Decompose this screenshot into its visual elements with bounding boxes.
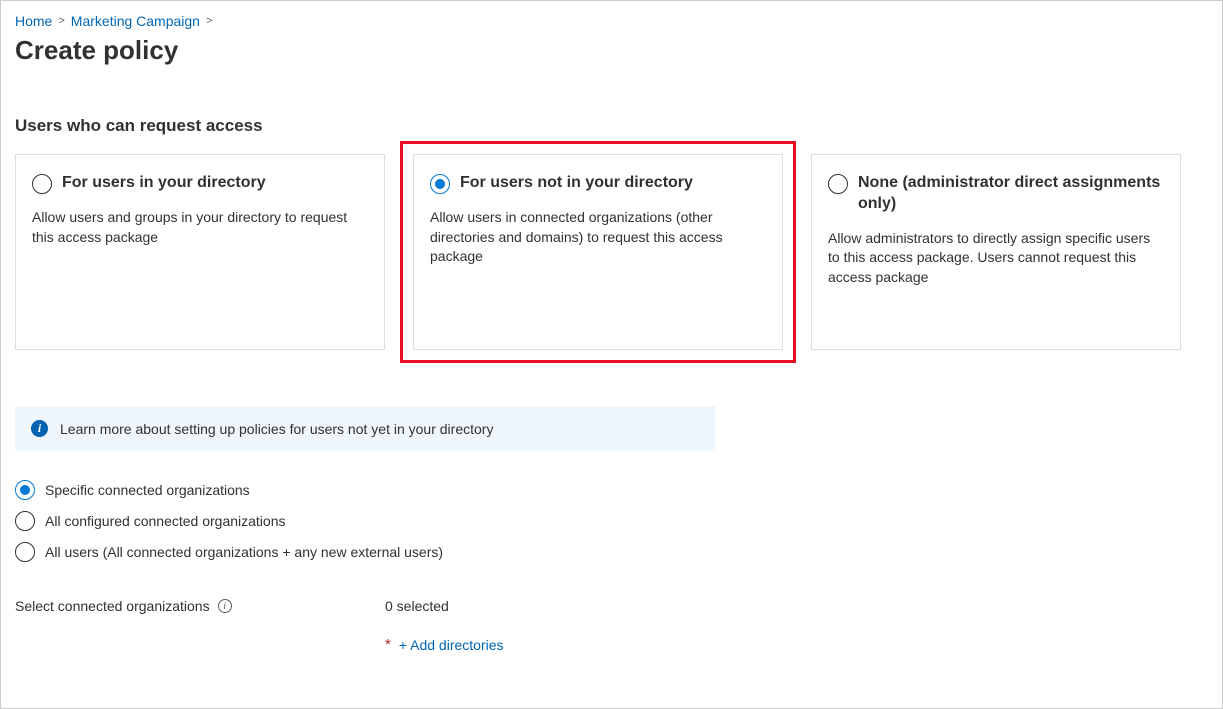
card-title: None (administrator direct assignments o… <box>858 173 1164 215</box>
connected-orgs-label: Select connected organizations <box>15 598 210 614</box>
cards-row: For users in your directory Allow users … <box>15 154 1208 350</box>
breadcrumb-campaign[interactable]: Marketing Campaign <box>71 13 200 29</box>
info-bar-text: Learn more about setting up policies for… <box>60 421 493 437</box>
radio-all-users[interactable]: All users (All connected organizations +… <box>15 541 1208 562</box>
card-title: For users not in your directory <box>460 173 693 194</box>
radio-icon <box>15 542 35 562</box>
radio-label: All users (All connected organizations +… <box>45 544 443 560</box>
info-bar[interactable]: i Learn more about setting up policies f… <box>15 406 715 451</box>
card-users-in-directory[interactable]: For users in your directory Allow users … <box>15 154 385 350</box>
radio-label: Specific connected organizations <box>45 482 250 498</box>
radio-specific-connected-orgs[interactable]: Specific connected organizations <box>15 479 1208 500</box>
radio-icon-selected <box>15 480 35 500</box>
selected-count: 0 selected <box>385 598 504 614</box>
radio-all-configured-orgs[interactable]: All configured connected organizations <box>15 510 1208 531</box>
card-users-not-in-directory[interactable]: For users not in your directory Allow us… <box>413 154 783 350</box>
page-title: Create policy <box>15 35 1208 66</box>
radio-label: All configured connected organizations <box>45 513 286 529</box>
org-options-radio-list: Specific connected organizations All con… <box>15 479 1208 562</box>
radio-icon-selected <box>430 174 450 194</box>
add-directories-link[interactable]: + Add directories <box>399 637 504 653</box>
chevron-right-icon: > <box>58 15 64 27</box>
card-title: For users in your directory <box>62 173 266 194</box>
radio-icon <box>32 174 52 194</box>
radio-icon <box>15 511 35 531</box>
info-tooltip-icon[interactable]: i <box>218 599 232 613</box>
info-icon: i <box>31 420 48 437</box>
card-none-admin-only[interactable]: None (administrator direct assignments o… <box>811 154 1181 350</box>
section-heading-users: Users who can request access <box>15 116 1208 136</box>
card-desc: Allow users in connected organizations (… <box>430 208 766 267</box>
card-desc: Allow administrators to directly assign … <box>828 229 1164 288</box>
required-star-icon: * <box>385 636 391 653</box>
breadcrumb: Home > Marketing Campaign > <box>15 13 1208 29</box>
card-desc: Allow users and groups in your directory… <box>32 208 368 247</box>
breadcrumb-home[interactable]: Home <box>15 13 52 29</box>
radio-icon <box>828 174 848 194</box>
chevron-right-icon: > <box>206 15 212 27</box>
connected-orgs-field: Select connected organizations i 0 selec… <box>15 598 1208 653</box>
